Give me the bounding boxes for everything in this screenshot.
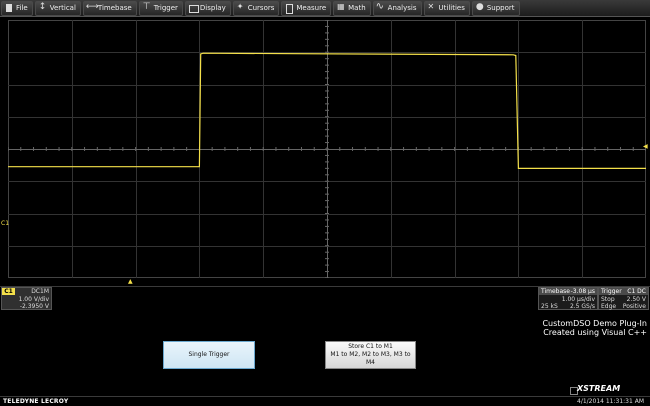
waveform-display[interactable] (8, 20, 646, 278)
menu-analysis[interactable]: Analysis (372, 0, 422, 16)
footer-divider (0, 396, 650, 397)
trigger-label: Trigger (601, 288, 622, 295)
menu-timebase[interactable]: Timebase (82, 0, 137, 16)
brand-logo: TELEDYNE LECROY (3, 398, 69, 405)
timebase-descriptor[interactable]: Timebase -3.08 µs 1.00 µs/div 25 kS 2.5 … (538, 287, 598, 310)
menu-bar: File Vertical Timebase Trigger Display C… (0, 0, 650, 17)
store-line-2: M1 to M2, M2 to M3, M3 to M4 (330, 351, 411, 366)
timebase-rate: 2.5 GS/s (569, 303, 595, 310)
trigger-slope: Positive (622, 303, 646, 310)
plugin-title: CustomDSO Demo Plug-In Created using Vis… (541, 319, 647, 337)
menu-cursors-label: Cursors (247, 4, 275, 12)
date-time: 4/1/2014 11:31:31 AM (577, 398, 644, 405)
menu-analysis-label: Analysis (387, 4, 417, 12)
store-memory-button[interactable]: Store C1 to M1 M1 to M2, M2 to M3, M3 to… (325, 341, 416, 369)
display-icon (188, 4, 199, 13)
channel-1-tag: C1 (2, 288, 15, 295)
trigger-source: C1 DC (627, 288, 646, 295)
timebase-delay: -3.08 µs (570, 288, 595, 295)
single-trigger-button[interactable]: Single Trigger (163, 341, 255, 369)
store-line-1: Store C1 to M1 (348, 343, 393, 350)
menu-trigger[interactable]: Trigger (138, 0, 183, 16)
menu-timebase-label: Timebase (97, 4, 132, 12)
timebase-icon (86, 2, 99, 12)
menu-support[interactable]: Support (471, 0, 520, 16)
math-icon (337, 2, 345, 12)
menu-measure-label: Measure (296, 4, 327, 12)
menu-math[interactable]: Math (333, 0, 371, 16)
menu-cursors[interactable]: Cursors (232, 0, 280, 16)
menu-measure[interactable]: Measure (281, 0, 332, 16)
analysis-icon (376, 1, 385, 12)
timebase-header: Timebase -3.08 µs (539, 288, 597, 295)
menu-support-label: Support (486, 4, 515, 12)
menu-file-label: File (16, 4, 28, 12)
file-icon (5, 4, 13, 12)
trigger-mode: Stop (601, 296, 615, 303)
menu-utilities-label: Utilities (438, 4, 465, 12)
menu-utilities[interactable]: Utilities (423, 0, 470, 16)
plugin-title-line-1: CustomDSO Demo Plug-In (542, 319, 647, 328)
menu-file[interactable]: File (1, 0, 33, 16)
trigger-position-marker-icon[interactable]: ▲ (128, 278, 133, 285)
channel-1-coupling: DC1M (31, 288, 49, 295)
utilities-icon (428, 2, 436, 12)
menu-display[interactable]: Display (184, 0, 231, 16)
bottom-panel: C1 DC1M 1.00 V/div -2.3950 V Timebase -3… (0, 286, 650, 406)
timebase-tdiv: 1.00 µs/div (561, 296, 595, 303)
menu-vertical-label: Vertical (49, 4, 76, 12)
trigger-level-marker-icon[interactable]: ◀ (643, 143, 648, 150)
menu-trigger-label: Trigger (153, 4, 178, 12)
menu-vertical[interactable]: Vertical (34, 0, 81, 16)
trigger-level: 2.50 V (626, 296, 646, 303)
measure-icon (285, 4, 294, 14)
menu-math-label: Math (348, 4, 366, 12)
trigger-header: Trigger C1 DC (599, 288, 648, 295)
support-icon (476, 2, 484, 12)
channel-1-descriptor[interactable]: C1 DC1M 1.00 V/div -2.3950 V (1, 287, 52, 310)
single-trigger-label: Single Trigger (188, 351, 230, 358)
menu-display-label: Display (199, 4, 226, 12)
plugin-title-line-2: Created using Visual C++ (543, 328, 647, 337)
timebase-label: Timebase (541, 288, 570, 295)
trigger-icon (143, 2, 151, 12)
channel-1-vdiv: 1.00 V/div (18, 296, 49, 303)
channel-1-offset: -2.3950 V (19, 303, 49, 310)
channel-ground-marker[interactable]: C1 (1, 220, 9, 227)
trigger-descriptor[interactable]: Trigger C1 DC Stop 2.50 V Edge Positive (598, 287, 649, 310)
timebase-samples: 25 kS (541, 303, 558, 310)
waveform-grid (8, 20, 646, 278)
xstream-logo: XSTREAM (577, 384, 621, 393)
trigger-type: Edge (601, 303, 617, 310)
vertical-icon (39, 2, 47, 12)
cursors-icon (237, 2, 245, 12)
